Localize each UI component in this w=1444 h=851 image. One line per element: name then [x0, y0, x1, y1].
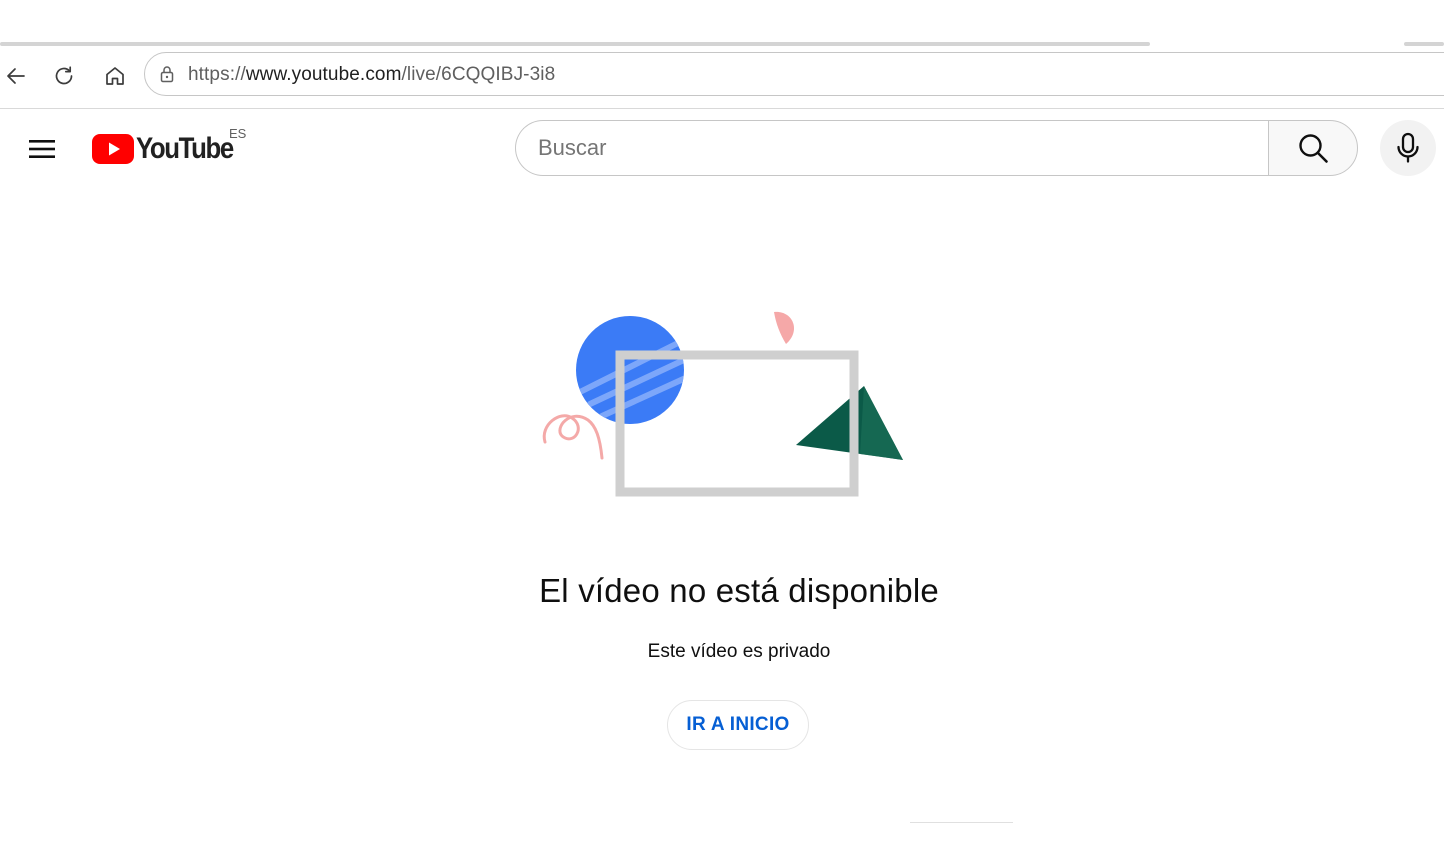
country-code: ES	[229, 126, 247, 141]
pink-loop-shape	[542, 414, 604, 460]
search-box	[515, 120, 1269, 176]
error-subtitle: Este vídeo es privado	[647, 641, 831, 662]
pink-halfmoon-shape	[774, 311, 795, 344]
reload-button[interactable]	[48, 60, 80, 92]
search-icon	[1299, 134, 1328, 163]
youtube-play-icon	[92, 134, 134, 164]
back-button[interactable]	[0, 60, 32, 92]
arrow-left-icon	[7, 68, 25, 84]
voice-search-button[interactable]	[1380, 120, 1436, 176]
footer-divider	[910, 822, 1013, 823]
lock-icon[interactable]	[157, 64, 177, 84]
go-home-button[interactable]: IR A INICIO	[667, 700, 809, 750]
error-title: El vídeo no está disponible	[539, 572, 939, 609]
hamburger-menu-icon	[29, 140, 55, 158]
search-input[interactable]	[538, 121, 1238, 175]
microphone-icon	[1397, 132, 1419, 163]
home-icon	[106, 67, 124, 85]
url-host: www.youtube.com	[245, 64, 402, 85]
page: https://www.youtube.com/live/6CQQIBJ-3i8…	[0, 0, 1444, 851]
guide-menu-button[interactable]	[22, 129, 62, 169]
search-button[interactable]	[1268, 120, 1358, 176]
url-path: /live/6CQQIBJ-3i8	[401, 64, 556, 85]
url-text[interactable]: https://www.youtube.com/live/6CQQIBJ-3i8	[188, 64, 555, 86]
home-button[interactable]	[99, 60, 131, 92]
reload-icon	[55, 66, 73, 85]
address-bar[interactable]: https://www.youtube.com/live/6CQQIBJ-3i8	[144, 52, 1444, 96]
browser-toolbar: https://www.youtube.com/live/6CQQIBJ-3i8	[0, 46, 1444, 109]
youtube-logo[interactable]: YouTube	[92, 131, 249, 167]
logo-text: YouTube	[136, 132, 234, 165]
url-scheme: https://	[188, 64, 246, 85]
masthead: YouTube ES	[0, 109, 1444, 189]
unavailable-video-illustration	[542, 311, 903, 497]
